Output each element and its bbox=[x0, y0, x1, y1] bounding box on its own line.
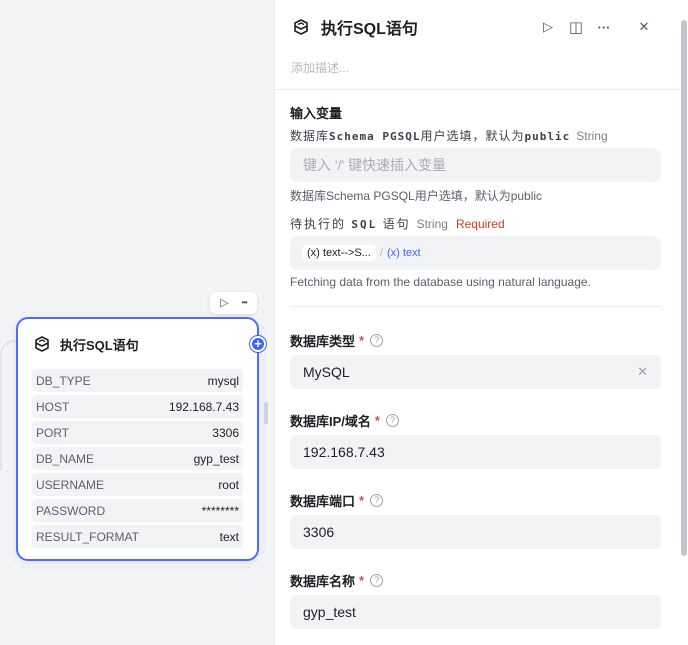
help-icon[interactable]: ? bbox=[370, 494, 384, 507]
param-value: mysql bbox=[207, 373, 239, 388]
scrollbar-thumb[interactable] bbox=[681, 20, 687, 556]
node-title: 执行SQL语句 bbox=[60, 337, 139, 353]
description-input[interactable]: 添加描述... bbox=[291, 59, 349, 76]
param-value: text bbox=[219, 529, 239, 544]
param-key: HOST bbox=[36, 399, 70, 414]
param-value: 192.168.7.43 bbox=[168, 399, 239, 414]
param-value: 3306 bbox=[212, 425, 239, 440]
database-logo-icon bbox=[35, 336, 49, 352]
db-type-value: MySQL bbox=[303, 364, 350, 380]
help-icon[interactable]: ? bbox=[370, 334, 384, 347]
clear-icon[interactable]: ✕ bbox=[637, 364, 648, 380]
tag-separator: / bbox=[379, 247, 383, 259]
variable-tag[interactable]: (x) text-->S... bbox=[302, 245, 376, 261]
node-param-row: USERNAME root bbox=[32, 473, 243, 496]
node-param-row: RESULT_FORMAT text bbox=[32, 525, 243, 548]
param-key: USERNAME bbox=[36, 477, 105, 492]
schema-hint: 数据库Schema PGSQL用户选填，默认为public bbox=[290, 189, 543, 203]
panel-actions: ▷ ◫ ··· ✕ bbox=[534, 16, 658, 38]
variable-name[interactable]: (x) text bbox=[387, 247, 421, 259]
param-value: ******** bbox=[201, 503, 239, 518]
run-icon[interactable]: ▷ bbox=[220, 297, 228, 309]
connection-edge bbox=[0, 340, 16, 470]
db-port-label: 数据库端口 * ? bbox=[290, 491, 661, 510]
sql-node-card[interactable]: 执行SQL语句 + DB_TYPE mysql HOST 192.168.7.43 … bbox=[16, 317, 266, 561]
db-type-select[interactable]: MySQL ✕ bbox=[290, 355, 661, 389]
schema-input[interactable]: 键入 '/' 键快速插入变量 bbox=[290, 148, 661, 182]
param-key: PASSWORD bbox=[36, 503, 106, 518]
param-key: DB_NAME bbox=[36, 451, 95, 466]
param-key: DB_TYPE bbox=[36, 373, 91, 388]
sql-param-label: 待执行的 SQL 语句 String Required bbox=[290, 217, 505, 231]
node-param-row: PASSWORD ******** bbox=[32, 499, 243, 522]
sql-hint: Fetching data from the database using na… bbox=[290, 275, 591, 289]
db-type-label: 数据库类型 * ? bbox=[290, 331, 661, 350]
db-name-label: 数据库名称 * ? bbox=[290, 571, 661, 590]
db-host-label: 数据库IP/域名 * ? bbox=[290, 411, 661, 430]
help-icon[interactable]: ? bbox=[385, 414, 399, 427]
node-param-row: PORT 3306 bbox=[32, 421, 243, 444]
db-port-input[interactable]: 3306 bbox=[290, 515, 661, 549]
more-icon[interactable]: ••• bbox=[241, 299, 247, 307]
input-variables-title: 输入变量 bbox=[290, 106, 343, 121]
split-view-icon[interactable]: ◫ bbox=[562, 16, 590, 38]
node-header: 执行SQL语句 bbox=[18, 319, 257, 369]
node-toolbar: ▷ ••• bbox=[210, 292, 257, 314]
run-icon[interactable]: ▷ bbox=[534, 16, 562, 38]
db-name-input[interactable]: gyp_test bbox=[290, 595, 661, 629]
param-key: RESULT_FORMAT bbox=[36, 529, 139, 544]
node-param-row: DB_NAME gyp_test bbox=[32, 447, 243, 470]
panel-resize-handle[interactable] bbox=[264, 402, 268, 424]
node-param-row: HOST 192.168.7.43 bbox=[32, 395, 243, 418]
panel-header: 执行SQL语句 ▷ ◫ ··· ✕ 添加描述... bbox=[275, 0, 688, 90]
section-divider bbox=[290, 306, 661, 307]
scrollbar[interactable] bbox=[678, 0, 688, 645]
sql-variable-reference[interactable]: (x) text-->S... / (x) text bbox=[290, 236, 661, 270]
node-config-panel: 执行SQL语句 ▷ ◫ ··· ✕ 添加描述... 输入变量 数据库Schema… bbox=[274, 0, 688, 645]
param-value: root bbox=[218, 477, 239, 492]
db-host-input[interactable]: 192.168.7.43 bbox=[290, 435, 661, 469]
node-param-row: DB_TYPE mysql bbox=[32, 369, 243, 392]
help-icon[interactable]: ? bbox=[370, 574, 384, 587]
add-output-port-button[interactable]: + bbox=[250, 336, 266, 352]
more-icon[interactable]: ··· bbox=[590, 16, 618, 38]
schema-param-label: 数据库Schema PGSQL用户选填，默认为public String bbox=[290, 129, 608, 143]
node-param-list: DB_TYPE mysql HOST 192.168.7.43 PORT 3306 D… bbox=[18, 369, 257, 548]
close-icon[interactable]: ✕ bbox=[630, 16, 658, 38]
panel-title[interactable]: 执行SQL语句 bbox=[321, 15, 418, 39]
param-value: gyp_test bbox=[193, 451, 239, 466]
param-key: PORT bbox=[36, 425, 70, 440]
database-logo-icon bbox=[294, 19, 308, 35]
